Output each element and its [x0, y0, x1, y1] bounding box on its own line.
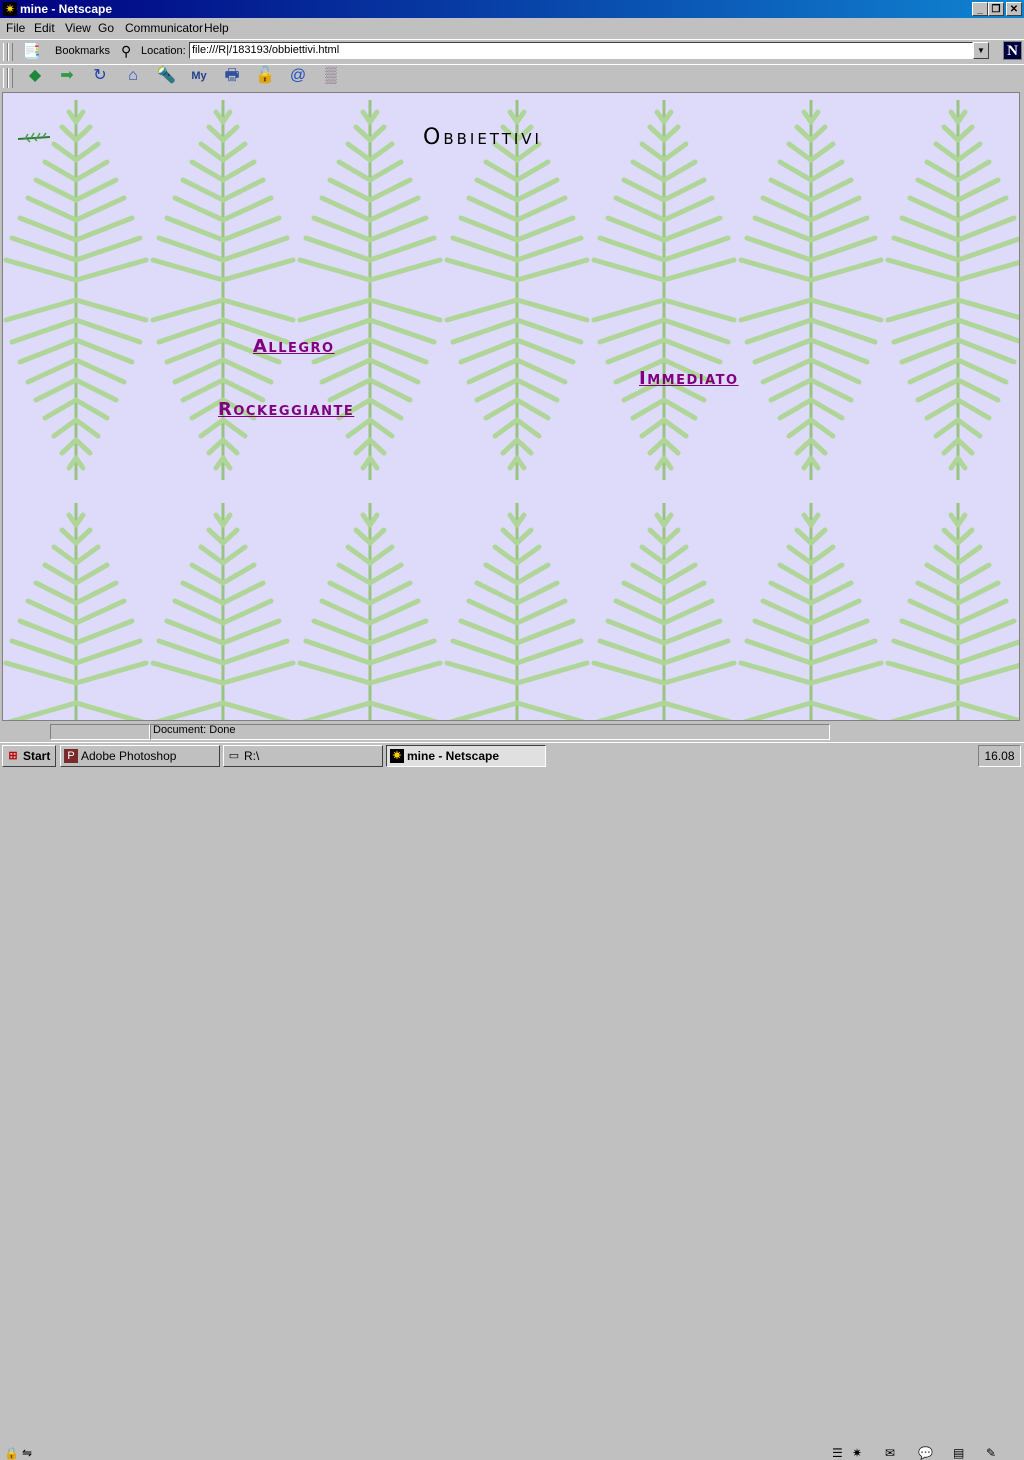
bookmarks-icon: 📑	[22, 43, 41, 60]
window-title: mine - Netscape	[20, 2, 113, 16]
close-button[interactable]: ✕	[1006, 2, 1022, 16]
page-title: Obbiettivi	[423, 125, 542, 150]
bookmarks-button[interactable]: Bookmarks	[55, 45, 110, 57]
menu-communicator[interactable]: Communicator	[125, 21, 203, 35]
back-icon[interactable]: ◆	[24, 66, 46, 86]
fern-sprig-icon	[17, 132, 51, 143]
my-netscape-icon[interactable]: My	[188, 66, 210, 86]
fern-background	[3, 93, 1020, 721]
home-icon[interactable]: ⌂	[122, 66, 144, 86]
start-label: Start	[23, 749, 51, 763]
netscape-icon: ✷	[390, 749, 404, 763]
title-bar[interactable]: ✷ mine - Netscape _ ❐ ✕	[0, 0, 1024, 18]
drive-icon: ▭	[228, 750, 240, 762]
restore-button[interactable]: ❐	[988, 2, 1004, 16]
menu-help[interactable]: Help	[204, 21, 229, 35]
menu-go[interactable]: Go	[98, 21, 114, 35]
page-proxy-icon[interactable]: ⚲	[121, 43, 131, 60]
discussion-icon[interactable]: 💬	[918, 1446, 933, 1460]
component-bar-icon[interactable]: ☰	[832, 1446, 843, 1460]
stop-icon[interactable]: ▒	[320, 66, 342, 86]
taskbar-item-photoshop[interactable]: P Adobe Photoshop	[60, 745, 220, 767]
composer-icon[interactable]: ▤	[953, 1446, 964, 1460]
clock[interactable]: 16.08	[978, 745, 1021, 767]
toolbar-grip[interactable]	[8, 68, 13, 88]
security-icon[interactable]: 🔓	[254, 66, 276, 86]
link-immediato[interactable]: Immediato	[639, 368, 739, 389]
netscape-icon: ✷	[3, 2, 17, 16]
taskbar-item-netscape[interactable]: ✷ mine - Netscape	[386, 745, 546, 767]
start-button[interactable]: ⊞ Start	[2, 745, 56, 767]
menu-file[interactable]: File	[6, 21, 25, 35]
toolbar-grip[interactable]	[8, 43, 13, 61]
forward-icon[interactable]: ➡	[56, 66, 78, 86]
page-content: Obbiettivi Allegro Rockeggiante Immediat…	[2, 92, 1020, 721]
menu-view[interactable]: View	[65, 21, 91, 35]
mail-icon[interactable]: ✉	[885, 1446, 895, 1460]
print-icon[interactable]: 🖶	[221, 66, 243, 86]
windows-icon: ⊞	[8, 750, 18, 762]
location-input[interactable]: file:///R|/183193/obbiettivi.html	[189, 42, 973, 59]
minimize-button[interactable]: _	[972, 2, 988, 16]
online-status-icon[interactable]: ⇋	[22, 1446, 32, 1460]
progress-bar	[50, 724, 150, 740]
status-text-panel	[150, 724, 830, 740]
reload-icon[interactable]: ↻	[89, 66, 111, 86]
taskbar-item-drive-r[interactable]: ▭ R:\	[223, 745, 383, 767]
search-icon[interactable]: 🔦	[155, 66, 177, 86]
shop-icon[interactable]: @	[287, 66, 309, 86]
link-rockeggiante[interactable]: Rockeggiante	[218, 399, 354, 420]
navigator-icon[interactable]: ✷	[852, 1446, 862, 1460]
photoshop-icon: P	[64, 749, 78, 763]
task-label: mine - Netscape	[407, 749, 500, 763]
task-label: Adobe Photoshop	[81, 749, 177, 763]
menu-edit[interactable]: Edit	[34, 21, 55, 35]
security-lock-icon[interactable]: 🔒	[4, 1446, 19, 1460]
netscape-logo[interactable]: N	[1003, 41, 1022, 60]
location-label: Location:	[141, 45, 186, 57]
menu-bar: File Edit View Go Communicator Help	[0, 18, 1024, 38]
status-text: Document: Done	[153, 724, 236, 736]
task-label: R:\	[244, 749, 260, 763]
chevron-down-icon[interactable]: ▼	[973, 42, 989, 59]
link-allegro[interactable]: Allegro	[253, 336, 335, 357]
edit-icon[interactable]: ✎	[986, 1446, 996, 1460]
navigation-toolbar	[0, 64, 1024, 90]
